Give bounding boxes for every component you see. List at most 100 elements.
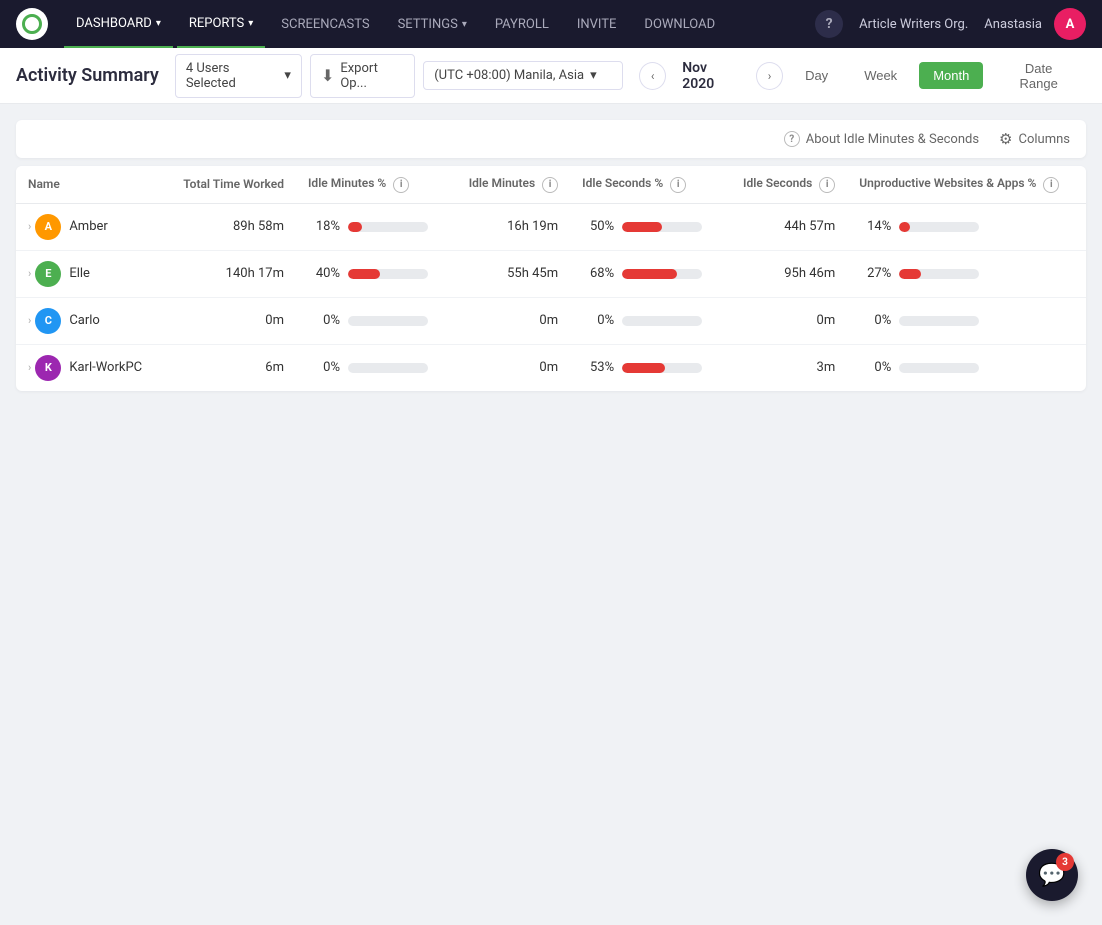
prev-period-button[interactable]: ‹ (639, 62, 666, 90)
idle-min-cell: 0m (449, 297, 570, 344)
idle-sec-pct-2-bar-wrap: 0% (582, 313, 711, 328)
user-avatar: A (35, 214, 61, 240)
info-icon[interactable]: i (670, 177, 686, 193)
period-day-button[interactable]: Day (791, 62, 842, 89)
idle-sec-pct-cell: 0% (570, 297, 723, 344)
idle-sec-cell: 95h 46m (723, 250, 847, 297)
name-cell: › K Karl-WorkPC (16, 344, 163, 391)
columns-button[interactable]: ⚙ Columns (999, 130, 1070, 148)
download-icon: ⬇ (321, 66, 334, 85)
name-cell: › A Amber (16, 203, 163, 250)
next-period-button[interactable]: › (756, 62, 783, 90)
info-icon[interactable]: i (393, 177, 409, 193)
unproductive-1-fill (899, 269, 921, 279)
page-title: Activity Summary (16, 65, 159, 86)
user-name: Amber (69, 219, 107, 234)
user-avatar[interactable]: A (1054, 8, 1086, 40)
idle-min-pct-cell: 0% (296, 297, 449, 344)
info-icon[interactable]: i (819, 177, 835, 193)
idle-sec-pct-cell: 50% (570, 203, 723, 250)
idle-min-pct-0-bar-wrap: 18% (308, 219, 437, 234)
date-display: Nov 2020 (674, 60, 748, 92)
about-idle-link[interactable]: ? About Idle Minutes & Seconds (784, 131, 979, 147)
table-row: › C Carlo 0m 0% 0m 0% 0m 0% (16, 297, 1086, 344)
unproductive-0-bar-wrap: 14% (859, 219, 1074, 234)
col-header-total-time: Total Time Worked (163, 166, 296, 203)
idle-sec-cell: 3m (723, 344, 847, 391)
total-time-cell: 140h 17m (163, 250, 296, 297)
nav-item-payroll[interactable]: PAYROLL (483, 0, 561, 48)
toolbar: Activity Summary 4 Users Selected ▾ ⬇ Ex… (0, 48, 1102, 104)
help-button[interactable]: ? (815, 10, 843, 38)
about-idle-label: About Idle Minutes & Seconds (806, 132, 979, 147)
idle-sec-cell: 44h 57m (723, 203, 847, 250)
chevron-down-icon: ▾ (156, 18, 161, 29)
idle-min-pct-1-fill (348, 269, 380, 279)
unproductive-1-track (899, 269, 979, 279)
nav-item-reports[interactable]: REPORTS ▾ (177, 0, 265, 48)
nav-item-settings[interactable]: SETTINGS ▾ (386, 0, 479, 48)
idle-min-pct-cell: 0% (296, 344, 449, 391)
chevron-down-icon: ▾ (284, 68, 291, 83)
user-name: Carlo (69, 313, 100, 328)
chat-button[interactable]: 💬 3 (1026, 849, 1078, 901)
nav-item-dashboard[interactable]: DASHBOARD ▾ (64, 0, 173, 48)
nav-item-download[interactable]: DOWNLOAD (632, 0, 727, 48)
period-daterange-button[interactable]: Date Range (991, 55, 1086, 97)
info-icon[interactable]: i (542, 177, 558, 193)
row-expand-icon[interactable]: › (28, 314, 31, 327)
user-name: Anastasia (984, 17, 1042, 32)
unproductive-cell: 27% (847, 250, 1086, 297)
nav-item-invite[interactable]: INVITE (565, 0, 629, 48)
app-logo[interactable] (16, 8, 48, 40)
col-header-idle-min-pct: Idle Minutes % i (296, 166, 449, 203)
total-time-cell: 89h 58m (163, 203, 296, 250)
idle-min-pct-1-bar-wrap: 40% (308, 266, 437, 281)
idle-min-pct-0-pct: 18% (308, 219, 340, 234)
info-icon[interactable]: i (1043, 177, 1059, 193)
unproductive-1-pct: 27% (859, 266, 891, 281)
table-header-row: Name Total Time Worked Idle Minutes % i … (16, 166, 1086, 203)
period-week-button[interactable]: Week (850, 62, 911, 89)
row-expand-icon[interactable]: › (28, 267, 31, 280)
period-month-button[interactable]: Month (919, 62, 983, 89)
gear-icon: ⚙ (999, 130, 1012, 148)
col-header-idle-sec-pct: Idle Seconds % i (570, 166, 723, 203)
users-selector[interactable]: 4 Users Selected ▾ (175, 54, 302, 98)
idle-sec-pct-0-bar-wrap: 50% (582, 219, 711, 234)
users-label: 4 Users Selected (186, 61, 279, 91)
unproductive-1-bar-wrap: 27% (859, 266, 1074, 281)
columns-label: Columns (1019, 132, 1071, 147)
idle-sec-pct-0-pct: 50% (582, 219, 614, 234)
idle-sec-pct-2-pct: 0% (582, 313, 614, 328)
idle-min-pct-cell: 18% (296, 203, 449, 250)
unproductive-0-pct: 14% (859, 219, 891, 234)
unproductive-0-track (899, 222, 979, 232)
table-row: › K Karl-WorkPC 6m 0% 0m 53% 3m 0% (16, 344, 1086, 391)
idle-min-pct-1-pct: 40% (308, 266, 340, 281)
table-row: › A Amber 89h 58m 18% 16h 19m 50% 44h 57… (16, 203, 1086, 250)
org-name[interactable]: Article Writers Org. (859, 17, 968, 32)
unproductive-cell: 14% (847, 203, 1086, 250)
idle-min-pct-3-bar-wrap: 0% (308, 360, 437, 375)
idle-sec-pct-cell: 68% (570, 250, 723, 297)
info-bar: ? About Idle Minutes & Seconds ⚙ Columns (16, 120, 1086, 158)
idle-sec-pct-1-pct: 68% (582, 266, 614, 281)
idle-min-pct-1-track (348, 269, 428, 279)
name-cell: › C Carlo (16, 297, 163, 344)
row-expand-icon[interactable]: › (28, 220, 31, 233)
idle-sec-pct-cell: 53% (570, 344, 723, 391)
idle-min-cell: 16h 19m (449, 203, 570, 250)
total-time-cell: 6m (163, 344, 296, 391)
row-expand-icon[interactable]: › (28, 361, 31, 374)
nav-item-screencasts[interactable]: SCREENCASTS (269, 0, 381, 48)
user-avatar: E (35, 261, 61, 287)
table-row: › E Elle 140h 17m 40% 55h 45m 68% 95h 46… (16, 250, 1086, 297)
idle-sec-pct-0-fill (622, 222, 662, 232)
timezone-selector[interactable]: (UTC +08:00) Manila, Asia ▾ (423, 61, 623, 90)
export-button[interactable]: ⬇ Export Op... (310, 54, 415, 98)
navbar: DASHBOARD ▾ REPORTS ▾ SCREENCASTS SETTIN… (0, 0, 1102, 48)
user-avatar: K (35, 355, 61, 381)
idle-sec-pct-2-track (622, 316, 702, 326)
idle-min-pct-cell: 40% (296, 250, 449, 297)
